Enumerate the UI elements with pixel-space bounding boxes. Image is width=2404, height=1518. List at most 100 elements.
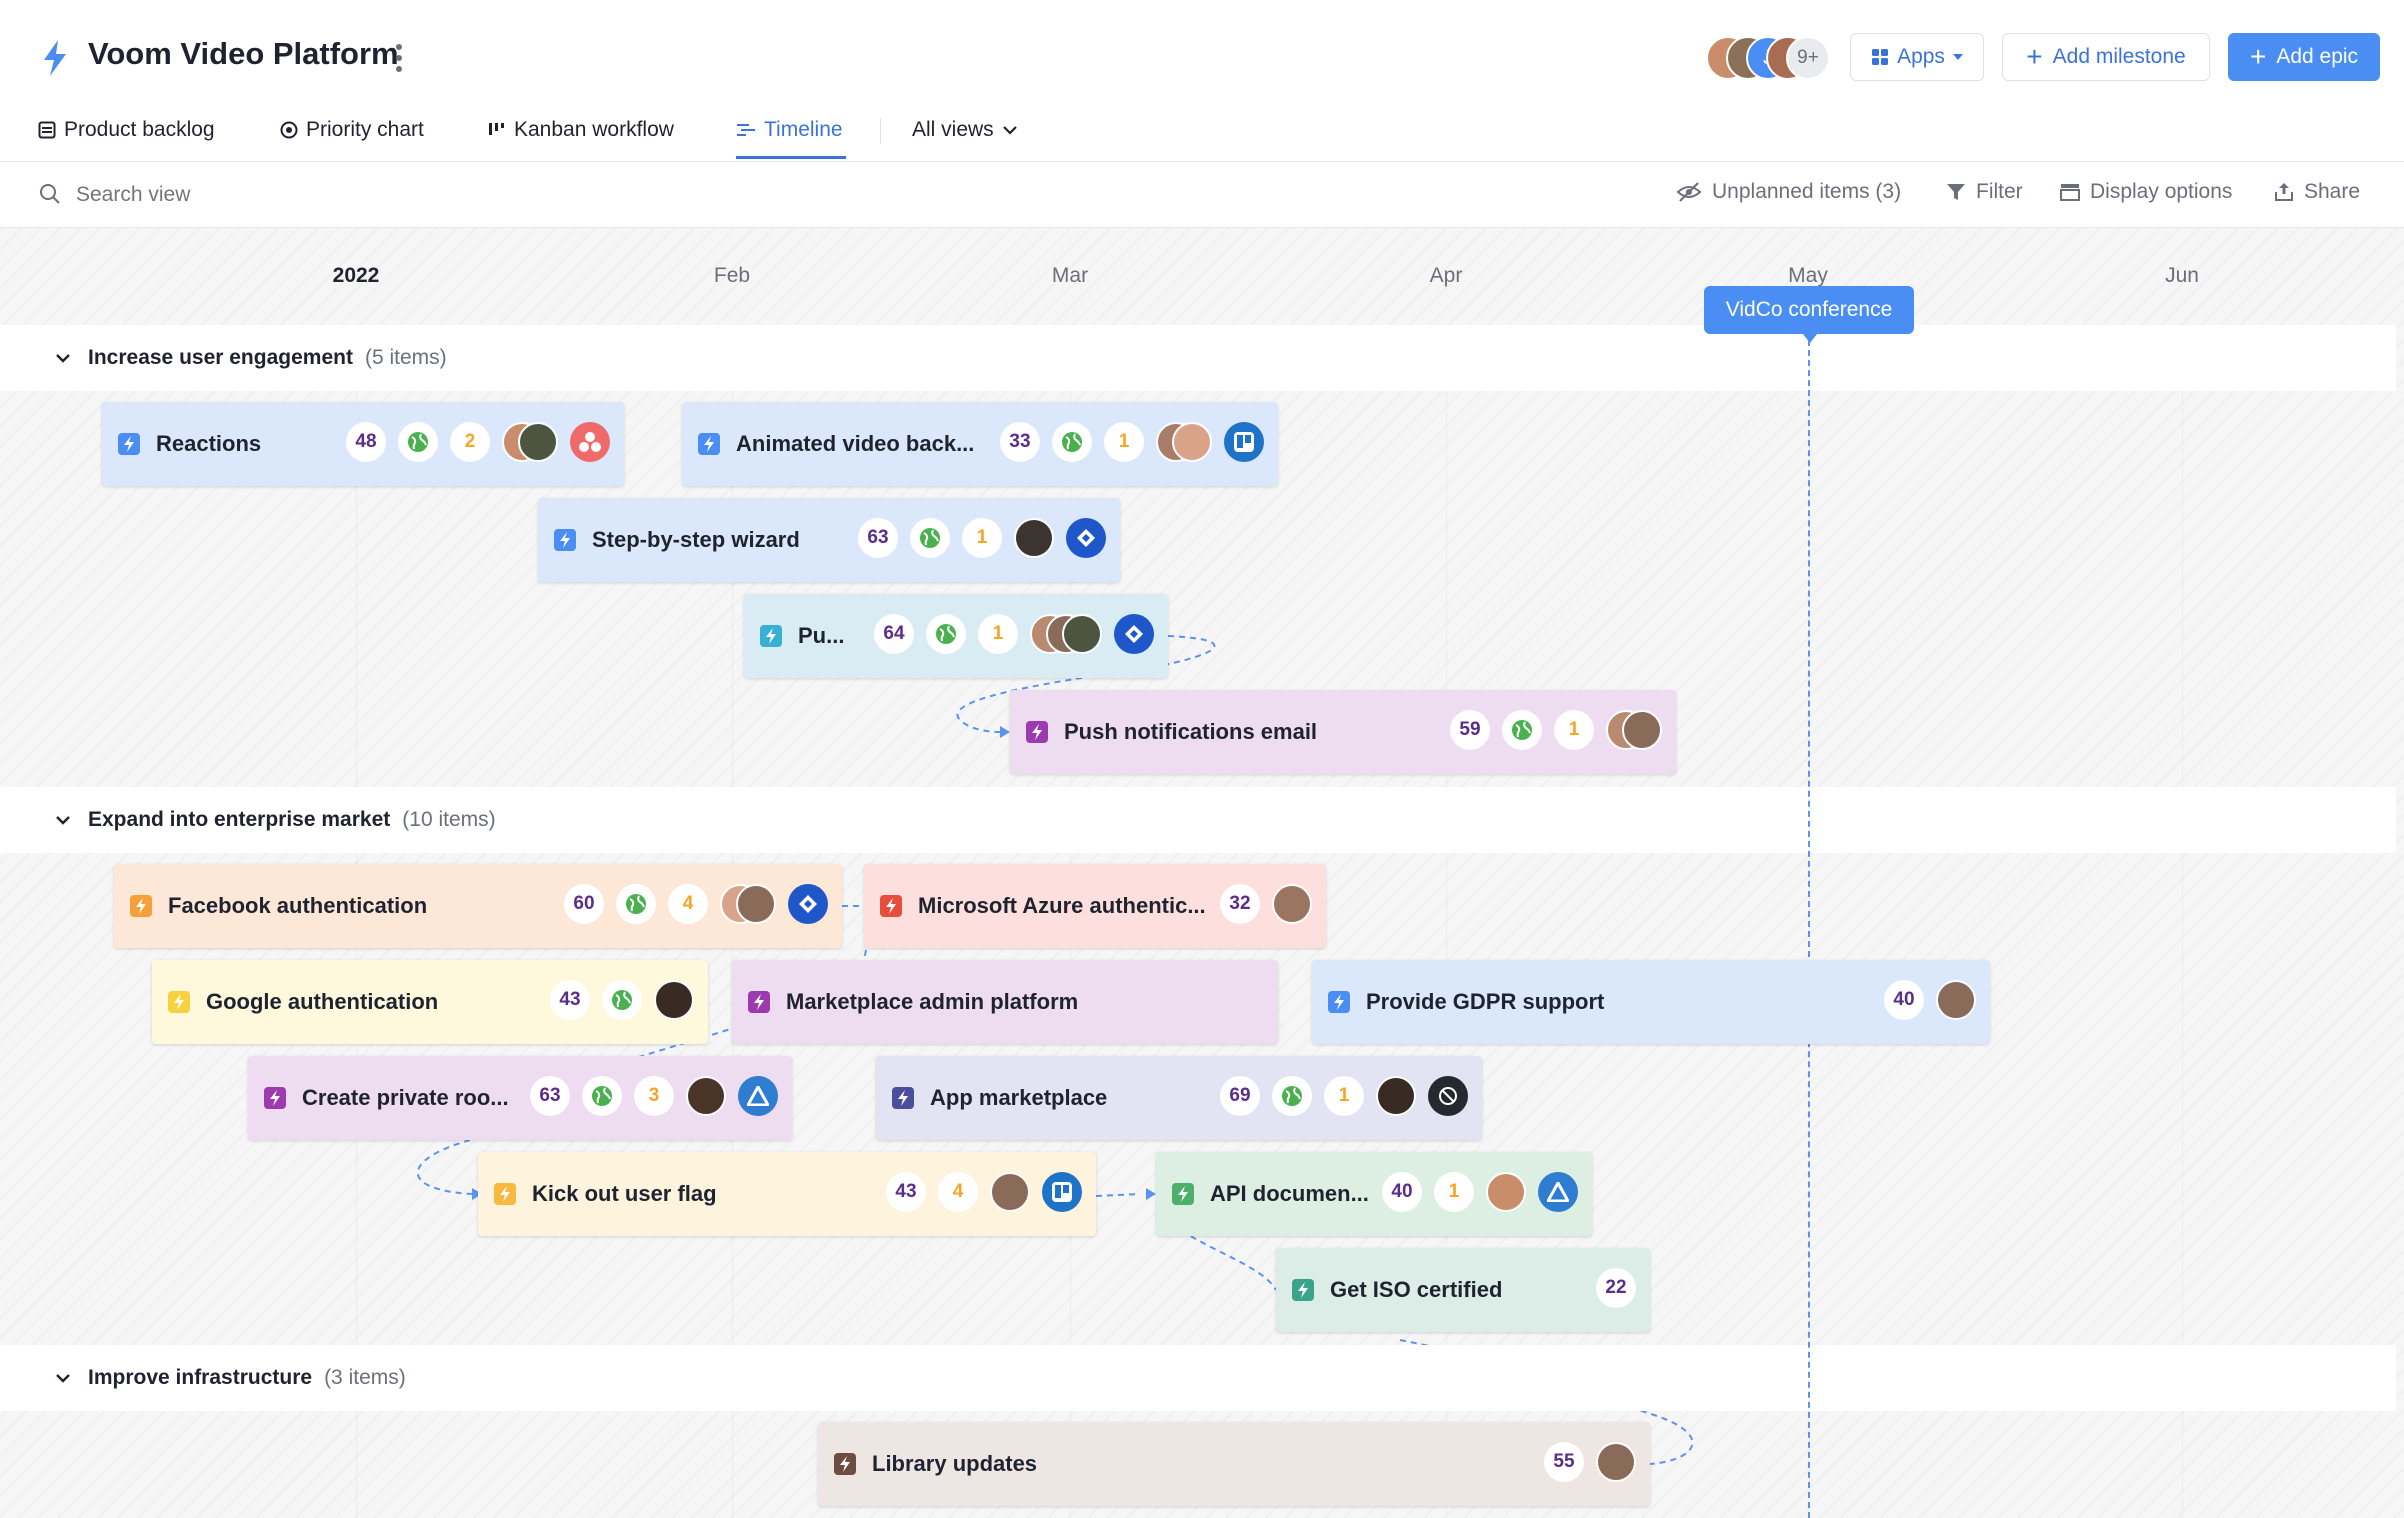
milestone-vidco-conference[interactable]: VidCo conference <box>1704 286 1914 343</box>
group-title: Increase user engagement <box>88 346 353 369</box>
score-badge: 63 <box>530 1076 570 1116</box>
score-badge: 43 <box>886 1172 926 1212</box>
trello-icon <box>1224 422 1264 462</box>
epic-card-provide-gdpr-support[interactable]: Provide GDPR support 40 <box>1312 960 1990 1044</box>
epic-card-push-notifications-email[interactable]: Push notifications email 59 1 <box>1010 690 1676 774</box>
score-badge: 59 <box>1450 710 1490 750</box>
epic-card-microsoft-azure-authentication[interactable]: Microsoft Azure authentic... 32 <box>864 864 1326 948</box>
epic-title: Get ISO certified <box>1330 1277 1503 1302</box>
globe-icon <box>602 980 642 1020</box>
epic-title: Pu... <box>798 623 845 648</box>
score-badge: 40 <box>1884 980 1924 1020</box>
globe-icon <box>926 614 966 654</box>
epic-card-marketplace-admin-platform[interactable]: Marketplace admin platform <box>732 960 1278 1044</box>
epic-bolt-icon <box>698 433 720 455</box>
globe-icon <box>1052 422 1092 462</box>
score-badge: 40 <box>1382 1172 1422 1212</box>
group-count: (5 items) <box>364 346 447 369</box>
group-title: Improve infrastructure <box>88 1366 313 1389</box>
github-icon <box>1428 1076 1468 1116</box>
trello-icon <box>1042 1172 1082 1212</box>
avatar <box>1062 614 1102 654</box>
count-badge: 4 <box>938 1172 978 1212</box>
epic-card-push-notifications[interactable]: Pu... 64 1 <box>744 594 1168 678</box>
epic-title: Push notifications email <box>1064 719 1318 744</box>
avatar <box>654 980 694 1020</box>
globe-icon <box>910 518 950 558</box>
epic-bolt-icon <box>1172 1183 1194 1205</box>
epic-title: Animated video back... <box>736 431 975 456</box>
score-badge: 43 <box>550 980 590 1020</box>
avatar <box>1272 884 1312 924</box>
group-header-improve-infrastructure[interactable]: Improve infrastructure (3 items) <box>0 1345 2396 1411</box>
chevron-down-icon <box>56 354 70 363</box>
epic-card-reactions[interactable]: Reactions 48 2 <box>102 402 624 486</box>
avatar <box>1486 1172 1526 1212</box>
epic-card-kick-out-user-flag[interactable]: Kick out user flag 43 4 <box>478 1152 1096 1236</box>
jira-icon <box>1114 614 1154 654</box>
globe-icon <box>398 422 438 462</box>
score-badge: 48 <box>346 422 386 462</box>
score-badge: 32 <box>1220 884 1260 924</box>
epic-card-app-marketplace[interactable]: App marketplace 69 1 <box>876 1056 1482 1140</box>
epic-title: Facebook authentication <box>168 893 428 918</box>
epic-card-api-documentation[interactable]: API documen... 40 1 <box>1156 1152 1592 1236</box>
epic-card-facebook-authentication[interactable]: Facebook authentication 60 4 <box>114 864 842 948</box>
count-badge: 3 <box>634 1076 674 1116</box>
count-badge: 4 <box>668 884 708 924</box>
globe-icon <box>1272 1076 1312 1116</box>
epic-bolt-icon <box>748 991 770 1013</box>
score-badge: 69 <box>1220 1076 1260 1116</box>
epic-title: Provide GDPR support <box>1366 989 1605 1014</box>
epic-title: Google authentication <box>206 989 439 1014</box>
avatar <box>1936 980 1976 1020</box>
epic-card-create-private-rooms[interactable]: Create private roo... 63 3 <box>248 1056 792 1140</box>
epic-card-google-authentication[interactable]: Google authentication 43 <box>152 960 708 1044</box>
avatar <box>1376 1076 1416 1116</box>
epic-card-step-by-step-wizard[interactable]: Step-by-step wizard 63 1 <box>538 498 1120 582</box>
epic-card-library-updates[interactable]: Library updates 55 <box>818 1422 1650 1506</box>
epic-bolt-icon <box>168 991 190 1013</box>
count-badge: 1 <box>1324 1076 1364 1116</box>
epic-title: Library updates <box>872 1451 1038 1476</box>
epic-title: Microsoft Azure authentic... <box>918 893 1206 918</box>
group-count: (3 items) <box>324 1366 406 1389</box>
avatar <box>1596 1442 1636 1482</box>
group-header-expand-enterprise[interactable]: Expand into enterprise market (10 items) <box>0 787 2396 853</box>
epic-bolt-icon <box>834 1453 856 1475</box>
avatar <box>518 422 558 462</box>
count-badge: 2 <box>450 422 490 462</box>
epic-card-animated-video-backgrounds[interactable]: Animated video back... 33 1 <box>682 402 1278 486</box>
epic-title: API documen... <box>1210 1181 1369 1206</box>
epic-title: Reactions <box>156 431 262 456</box>
epic-bolt-icon <box>118 433 140 455</box>
avatar <box>1014 518 1054 558</box>
asana-icon <box>570 422 610 462</box>
globe-icon <box>616 884 656 924</box>
jira-icon <box>1066 518 1106 558</box>
score-badge: 60 <box>564 884 604 924</box>
group-title: Expand into enterprise market <box>88 808 391 831</box>
avatar <box>1172 422 1212 462</box>
jira-icon <box>788 884 828 924</box>
score-badge: 64 <box>874 614 914 654</box>
globe-icon <box>582 1076 622 1116</box>
azure-devops-icon <box>738 1076 778 1116</box>
epic-card-get-iso-certified[interactable]: Get ISO certified 22 <box>1276 1248 1650 1332</box>
epic-bolt-icon <box>264 1087 286 1109</box>
epic-bolt-icon <box>880 895 902 917</box>
count-badge: 1 <box>1434 1172 1474 1212</box>
milestone-line <box>1808 330 1810 1518</box>
epic-bolt-icon <box>1026 721 1048 743</box>
epic-bolt-icon <box>494 1183 516 1205</box>
epic-bolt-icon <box>554 529 576 551</box>
epic-title: Step-by-step wizard <box>592 527 800 552</box>
epic-title: Marketplace admin platform <box>786 989 1079 1014</box>
epic-bolt-icon <box>1292 1279 1314 1301</box>
chevron-down-icon <box>56 816 70 825</box>
group-header-increase-user-engagement[interactable]: Increase user engagement (5 items) <box>0 325 2396 391</box>
avatar <box>990 1172 1030 1212</box>
count-badge: 1 <box>1104 422 1144 462</box>
avatar <box>736 884 776 924</box>
epic-bolt-icon <box>130 895 152 917</box>
